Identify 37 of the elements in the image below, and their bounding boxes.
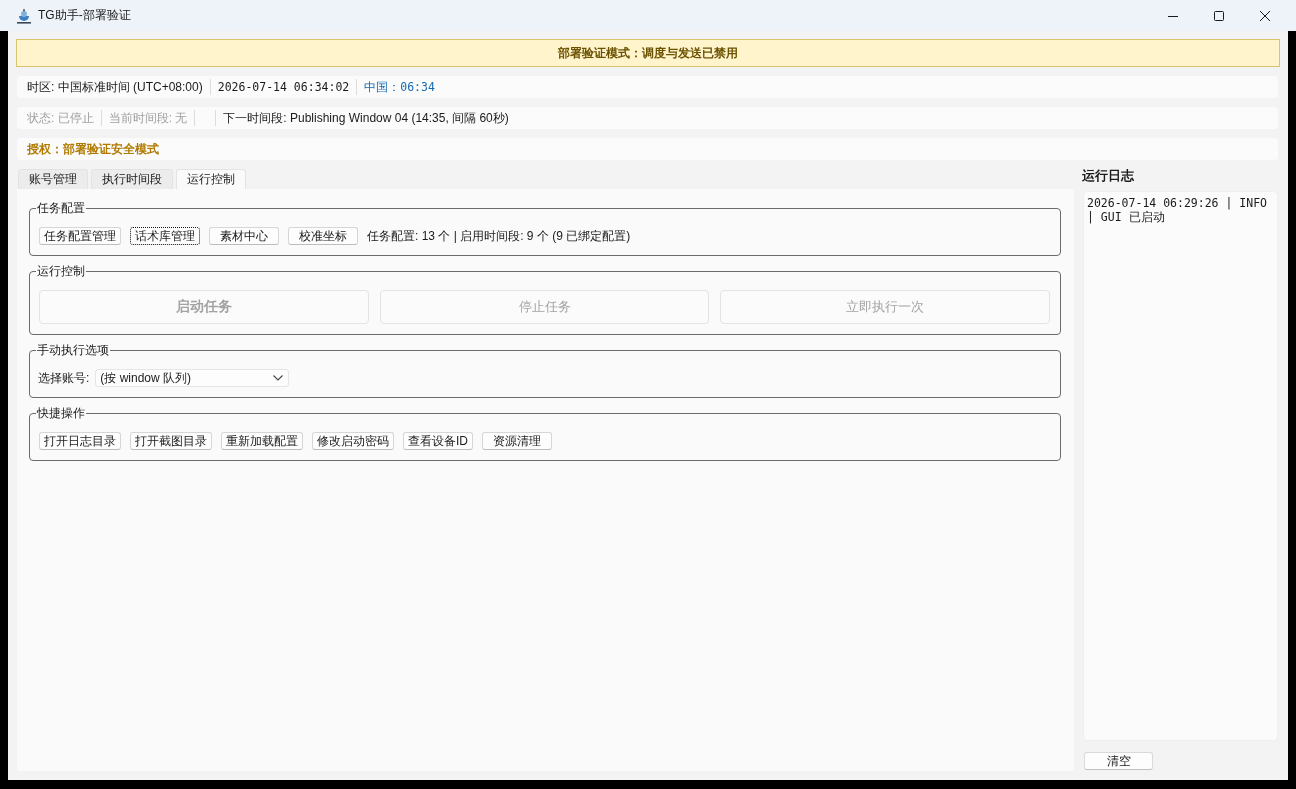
timezone-text: 时区: 中国标准时间 (UTC+08:00): [27, 78, 203, 96]
datetime-text: 2026-07-14 06:34:02: [217, 80, 350, 94]
clear-button[interactable]: 清空: [1084, 752, 1153, 770]
status-text: 下一时间段: Publishing Window 04 (14:35, 间隔 60秒): [223, 109, 509, 127]
group-title: 手动执行选项: [36, 343, 110, 357]
group-title: 快捷操作: [36, 406, 86, 420]
toolbar-button[interactable]: 查看设备ID: [403, 432, 473, 450]
window-title: TG助手-部署验证: [38, 7, 131, 24]
status-text: 当前时间段: 无: [108, 109, 188, 127]
status-text: 状态: 已停止: [27, 109, 94, 127]
toolbar-button[interactable]: 打开截图目录: [130, 432, 212, 450]
toolbar-button[interactable]: 打开日志目录: [39, 432, 121, 450]
toolbar-button[interactable]: 任务配置管理: [39, 227, 121, 245]
toolbar-button[interactable]: 话术库管理: [130, 227, 200, 245]
maximize-icon: [1214, 10, 1224, 21]
close-icon: [1260, 10, 1270, 21]
toolbar-button[interactable]: 重新加载配置: [221, 432, 303, 450]
tab[interactable]: 账号管理: [18, 169, 88, 189]
tab[interactable]: 执行时间段: [91, 169, 173, 189]
toolbar-button[interactable]: 素材中心: [209, 227, 279, 245]
log-title: 运行日志: [1082, 169, 1135, 183]
account-dropdown[interactable]: (按 window 队列): [95, 369, 290, 387]
app-icon: [16, 7, 32, 24]
summary-text: 任务配置: 13 个 | 启用时间段: 9 个 (9 已绑定配置): [367, 227, 631, 245]
tab[interactable]: 运行控制: [176, 169, 246, 189]
banner-text: 部署验证模式：调度与发送已禁用: [558, 44, 738, 62]
field-label: 选择账号:: [38, 369, 90, 387]
toolbar-button[interactable]: 资源清理: [482, 432, 552, 450]
log-line: 2026-07-14 06:29:26 | INFO | GUI 已启动: [1087, 196, 1268, 224]
license-text: 授权：部署验证安全模式: [27, 140, 159, 158]
region-time: 06:34: [400, 80, 435, 94]
region-label: 中国：: [364, 78, 401, 96]
toolbar-button[interactable]: 校准坐标: [288, 227, 358, 245]
group-title: 任务配置: [36, 201, 86, 215]
chevron-down-icon: [273, 375, 284, 381]
toolbar-button[interactable]: 修改启动密码: [312, 432, 394, 450]
group-title: 运行控制: [36, 264, 86, 278]
